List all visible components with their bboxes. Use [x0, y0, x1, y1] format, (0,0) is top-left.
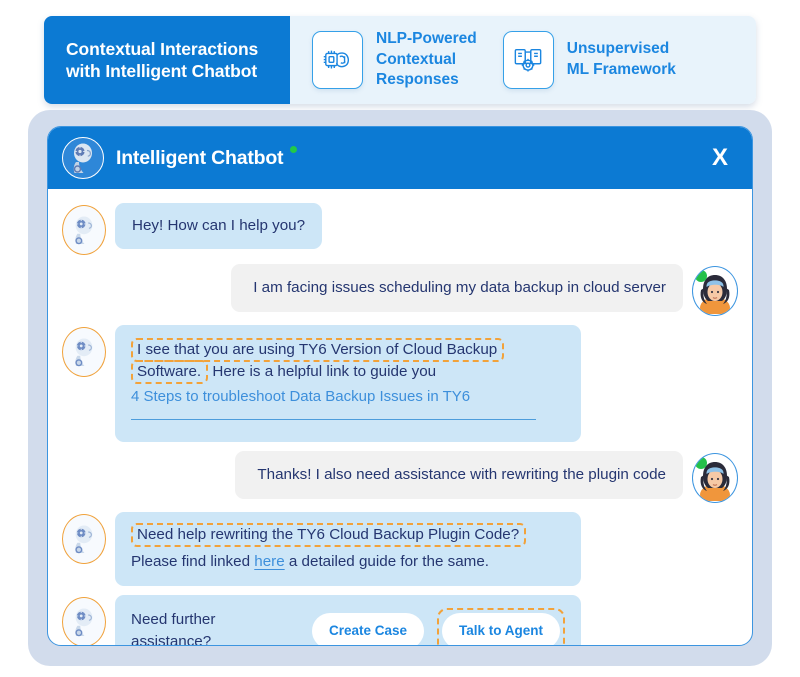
- feature-ml-label: Unsupervised ML Framework: [566, 40, 676, 78]
- create-case-button[interactable]: Create Case: [311, 613, 424, 645]
- message-text-after: a detailed guide for the same.: [284, 553, 489, 571]
- further-assistance-text: Need further assistance?: [131, 611, 216, 645]
- online-status-dot: [290, 146, 298, 153]
- message-row-bot-4: Need further assistance? Create Case Tal…: [62, 595, 738, 645]
- bot-message-text: Here is a helpful link to guide you: [208, 363, 437, 381]
- bot-avatar: [62, 597, 106, 645]
- banner-title-text: Contextual Interactions with Intelligent…: [66, 38, 259, 81]
- bot-avatar: [62, 205, 106, 255]
- close-icon[interactable]: X: [708, 144, 732, 172]
- bot-avatar: [62, 327, 106, 377]
- feature-nlp: NLP-Powered Contextual Responses: [312, 29, 477, 92]
- link-underline-rule: [131, 418, 536, 421]
- bot-message-bubble-with-link: I see that you are using TY6 Version of …: [115, 325, 581, 443]
- bot-message-bubble-plugin: Need help rewriting the TY6 Cloud Backup…: [115, 512, 581, 587]
- banner-title-block: Contextual Interactions with Intelligent…: [44, 16, 290, 104]
- message-text-before: Please find linked: [131, 553, 255, 571]
- bot-message-bubble: Hey! How can I help you?: [115, 203, 323, 250]
- message-row-bot-1: Hey! How can I help you?: [62, 203, 738, 255]
- message-row-bot-3: Need help rewriting the TY6 Cloud Backup…: [62, 512, 738, 587]
- user-message-bubble: Thanks! I also need assistance with rewr…: [235, 451, 683, 500]
- here-link[interactable]: here: [254, 553, 284, 570]
- bot-avatar: [62, 514, 106, 565]
- robot-head-icon: [62, 137, 104, 179]
- message-row-user-2: Thanks! I also need assistance with rewr…: [62, 451, 738, 504]
- chat-window: Intelligent Chatbot X Hey! How can I hel…: [47, 126, 753, 646]
- chat-title: Intelligent Chatbot: [116, 146, 284, 169]
- top-banner: Contextual Interactions with Intelligent…: [44, 16, 756, 104]
- chat-message-list: Hey! How can I help you? I am facing iss…: [48, 189, 752, 645]
- troubleshoot-link[interactable]: 4 Steps to troubleshoot Data Backup Issu…: [131, 386, 565, 408]
- user-message-bubble: I am facing issues scheduling my data ba…: [231, 264, 683, 313]
- ml-gear-framework-icon: [502, 31, 554, 89]
- message-row-user-1: I am facing issues scheduling my data ba…: [62, 264, 738, 316]
- ai-chip-brain-icon: [312, 30, 363, 89]
- user-avatar: [692, 266, 738, 316]
- banner-features: NLP-Powered Contextual Responses Unsuper…: [290, 16, 756, 104]
- user-avatar: [692, 453, 738, 504]
- chat-header: Intelligent Chatbot X: [48, 127, 752, 189]
- talk-to-agent-button[interactable]: Talk to Agent: [442, 613, 560, 645]
- feature-nlp-label: NLP-Powered Contextual Responses: [376, 29, 477, 89]
- message-row-bot-2: I see that you are using TY6 Version of …: [62, 325, 738, 443]
- user-online-dot: [695, 270, 707, 282]
- bot-message-bubble-actions: Need further assistance? Create Case Tal…: [115, 595, 581, 645]
- highlighted-question: Need help rewriting the TY6 Cloud Backup…: [131, 523, 527, 548]
- feature-ml: Unsupervised ML Framework: [502, 31, 676, 89]
- talk-to-agent-highlight: Talk to Agent: [437, 608, 565, 645]
